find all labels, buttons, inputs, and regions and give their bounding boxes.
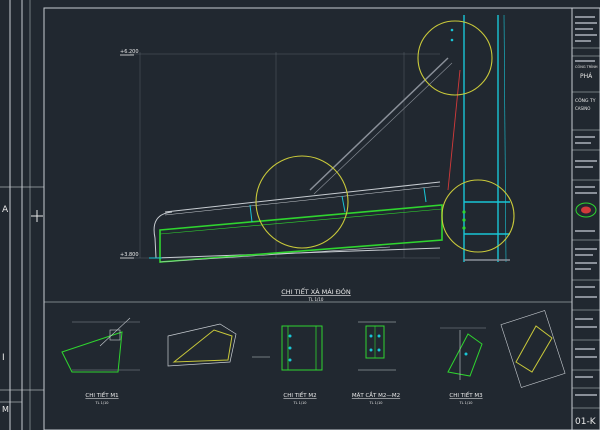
section-m2-scale: TL 1/10 bbox=[368, 401, 382, 405]
section-m2-title: MẶT CẮT M2—M2 bbox=[352, 391, 400, 399]
drawing-code: 01-K bbox=[575, 417, 597, 427]
cad-viewport[interactable]: A I M +6.200 +3.800 CHI TIẾT XÀ MÁI ĐÓN … bbox=[0, 0, 600, 430]
level-bottom-text: +3.800 bbox=[120, 252, 139, 258]
canvas-background bbox=[0, 0, 600, 430]
left-sheet-letter: A bbox=[2, 205, 9, 215]
detail-m1-title: CHI TIẾT M1 bbox=[85, 391, 118, 399]
level-marker-bottom: +3.800 bbox=[120, 252, 139, 259]
detail-m3-scale: TL 1/10 bbox=[458, 401, 472, 405]
level-top-text: +6.200 bbox=[120, 49, 139, 55]
left-sheet-mark: M bbox=[2, 405, 9, 414]
detail-m1-scale: TL 1/10 bbox=[94, 401, 108, 405]
level-marker-top: +6.200 bbox=[120, 49, 139, 56]
main-drawing-title: CHI TIẾT XÀ MÁI ĐÓN bbox=[281, 286, 351, 296]
title-block-company-label: CÔNG TY bbox=[575, 97, 596, 104]
title-block-project-label: CÔNG TRÌNH bbox=[575, 64, 598, 69]
detail-m3-title: CHI TIẾT M3 bbox=[449, 391, 483, 399]
title-block-project-name: PHÁ bbox=[580, 73, 593, 80]
main-drawing-scale: TL 1/10 bbox=[308, 297, 324, 302]
left-sheet-number: I bbox=[2, 353, 5, 363]
detail-m2-title: CHI TIẾT M2 bbox=[283, 391, 316, 399]
title-block-company-name: CASINO bbox=[575, 106, 590, 111]
detail-m2-scale: TL 1/10 bbox=[292, 401, 306, 405]
